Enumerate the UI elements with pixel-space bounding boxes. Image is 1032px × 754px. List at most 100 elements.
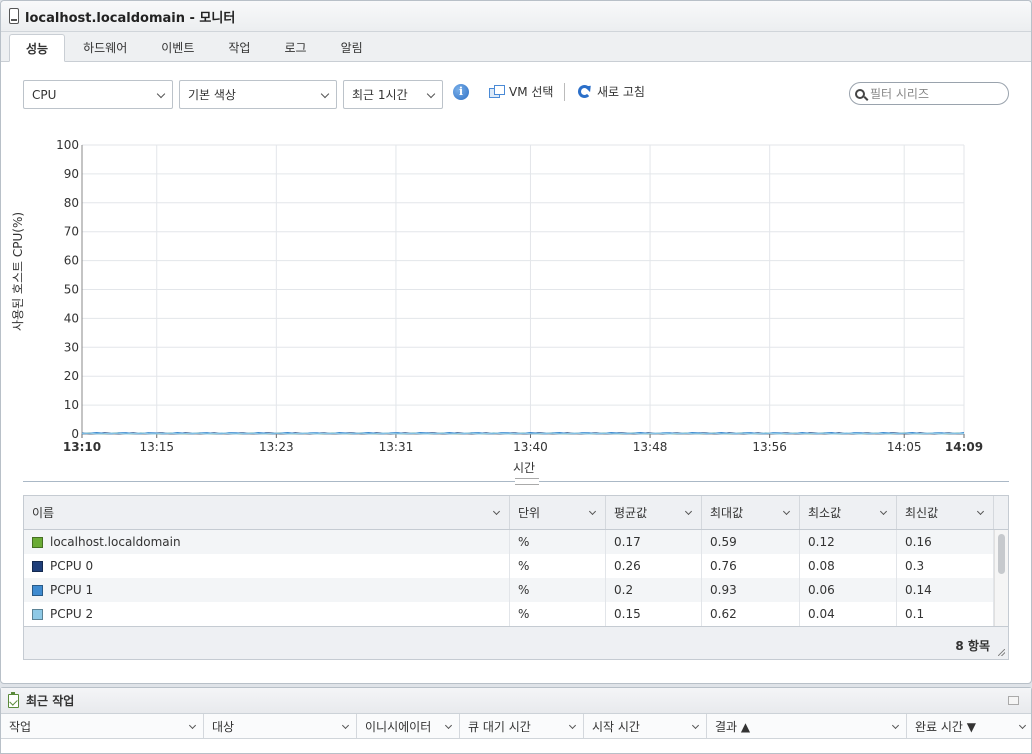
cell-latest: 0.1 — [897, 602, 994, 626]
chevron-down-icon — [1018, 721, 1027, 730]
x-tick-label: 13:56 — [752, 440, 787, 454]
table-row[interactable]: localhost.localdomain% 0.17 0.59 0.12 0.16 — [24, 530, 994, 554]
col-header-label: 시작 시간 — [592, 719, 640, 734]
y-tick-label: 80 — [64, 196, 79, 210]
col-header-avg[interactable]: 평균값 — [606, 496, 702, 529]
range-select-value: 최근 1시간 — [352, 88, 408, 102]
host-icon — [9, 8, 19, 24]
title-bar: localhost.localdomain - 모니터 — [1, 1, 1031, 32]
splitter-grip-icon[interactable] — [515, 478, 539, 485]
y-tick-label: 10 — [64, 398, 79, 412]
col-header-label: 이름 — [32, 506, 55, 520]
series-color-swatch — [32, 584, 43, 596]
filter-series-input[interactable] — [870, 86, 998, 101]
y-tick-label: 0 — [71, 427, 79, 441]
cell-text: 0.76 — [710, 559, 737, 573]
vm-icon — [489, 85, 505, 98]
tab-tasks[interactable]: 작업 — [212, 34, 266, 61]
cell-text: 0.08 — [808, 559, 835, 573]
scrollbar-thumb[interactable] — [998, 534, 1005, 574]
col-header-start-time[interactable]: 시작 시간 — [584, 714, 707, 738]
tab-hardware[interactable]: 하드웨어 — [67, 34, 143, 61]
metric-select[interactable]: CPU — [23, 80, 173, 109]
cell-text: 0.1 — [905, 607, 925, 621]
cell-unit: % — [510, 530, 606, 554]
y-tick-label: 90 — [64, 167, 79, 181]
recent-tasks-title: 최근 작업 — [26, 694, 75, 708]
x-tick-label: 13:31 — [379, 440, 414, 454]
y-tick-label: 20 — [64, 369, 79, 383]
tab-performance[interactable]: 성능 — [9, 34, 66, 62]
cell-text: localhost.localdomain — [50, 535, 181, 549]
cell-text: 0.62 — [710, 607, 737, 621]
col-header-result[interactable]: 결과 ▲ — [707, 714, 907, 738]
cell-text: 0.15 — [614, 607, 641, 621]
chart-canvas: 0 10 20 30 40 50 60 70 80 90 100 13:10 13:15 13:23 13:… — [56, 138, 983, 454]
y-tick-label: 30 — [64, 340, 79, 354]
cell-latest: 0.3 — [897, 554, 994, 578]
cell-max: 0.76 — [702, 554, 800, 578]
window-title: localhost.localdomain - 모니터 — [25, 10, 236, 26]
cell-name: PCPU 1 — [24, 578, 510, 602]
col-header-name[interactable]: 이름 — [24, 496, 510, 529]
tab-bar: 성능 하드웨어 이벤트 작업 로그 알림 — [1, 32, 1031, 62]
color-select-value: 기본 색상 — [188, 88, 236, 102]
resize-handle-icon[interactable] — [998, 649, 1005, 656]
tab-logs[interactable]: 로그 — [268, 34, 322, 61]
col-header-max[interactable]: 최대값 — [702, 496, 800, 529]
time-range-select[interactable]: 최근 1시간 — [343, 80, 443, 109]
info-icon[interactable]: i — [453, 84, 469, 100]
chevron-down-icon — [568, 721, 577, 730]
col-header-initiator[interactable]: 이니시에이터 — [357, 714, 460, 738]
minimize-icon[interactable] — [1008, 696, 1019, 705]
table-row[interactable]: PCPU 1% 0.2 0.93 0.06 0.14 — [24, 578, 994, 602]
col-header-task[interactable]: 작업 — [1, 714, 204, 738]
x-tick-label: 14:05 — [887, 440, 922, 454]
chevron-down-icon — [976, 507, 985, 516]
vm-select-button[interactable]: VM 선택 — [489, 83, 553, 100]
tab-alarms[interactable]: 알림 — [325, 34, 379, 61]
y-tick-label: 70 — [64, 225, 79, 239]
cell-name: localhost.localdomain — [24, 530, 510, 554]
chevron-down-icon — [156, 89, 166, 99]
vm-select-label: VM 선택 — [509, 85, 554, 99]
color-scheme-select[interactable]: 기본 색상 — [179, 80, 337, 109]
col-header-unit[interactable]: 단위 — [510, 496, 606, 529]
table-row[interactable]: PCPU 0% 0.26 0.76 0.08 0.3 — [24, 554, 994, 578]
filter-series-search[interactable] — [849, 82, 1009, 105]
grid-footer: 8 항목 — [24, 626, 1008, 659]
cell-name: PCPU 0 — [24, 554, 510, 578]
table-row[interactable]: PCPU 2% 0.15 0.62 0.04 0.1 — [24, 602, 994, 626]
cell-text: 0.06 — [808, 583, 835, 597]
refresh-button[interactable]: 새로 고침 — [578, 83, 645, 100]
chevron-down-icon — [782, 507, 791, 516]
cell-min: 0.06 — [800, 578, 897, 602]
col-header-min[interactable]: 최소값 — [800, 496, 897, 529]
cell-avg: 0.15 — [606, 602, 702, 626]
cell-text: 0.59 — [710, 535, 737, 549]
col-header-target[interactable]: 대상 — [204, 714, 357, 738]
tab-events[interactable]: 이벤트 — [145, 34, 210, 61]
col-header-label: 대상 — [212, 719, 235, 734]
chevron-down-icon — [492, 507, 501, 516]
col-header-completion-time[interactable]: 완료 시간 ▼ — [907, 714, 1032, 738]
col-header-label: 평균값 — [614, 506, 648, 520]
grid-scrollbar[interactable] — [994, 530, 1008, 627]
cell-unit: % — [510, 578, 606, 602]
cpu-chart: 0 10 20 30 40 50 60 70 80 90 100 13:10 13:15 13:23 13:… — [1, 131, 1032, 476]
col-header-label: 완료 시간 ▼ — [915, 719, 977, 734]
toolbar-divider — [564, 83, 565, 101]
chart-toolbar: CPU 기본 색상 최근 1시간 i VM 선택 새로 고침 — [23, 80, 1013, 110]
y-tick-label: 60 — [64, 254, 79, 268]
cell-text: 0.14 — [905, 583, 932, 597]
x-tick-label: 13:23 — [259, 440, 294, 454]
chevron-down-icon — [188, 721, 197, 730]
chevron-down-icon — [320, 89, 330, 99]
col-header-queued-for[interactable]: 큐 대기 시간 — [460, 714, 584, 738]
chevron-down-icon — [588, 507, 597, 516]
chart-y-axis-label: 사용된 호스트 CPU(%) — [11, 211, 25, 331]
cell-text: % — [518, 535, 530, 549]
col-header-latest[interactable]: 최신값 — [897, 496, 994, 529]
monitor-window: localhost.localdomain - 모니터 성능 하드웨어 이벤트 … — [0, 0, 1032, 684]
cell-max: 0.62 — [702, 602, 800, 626]
